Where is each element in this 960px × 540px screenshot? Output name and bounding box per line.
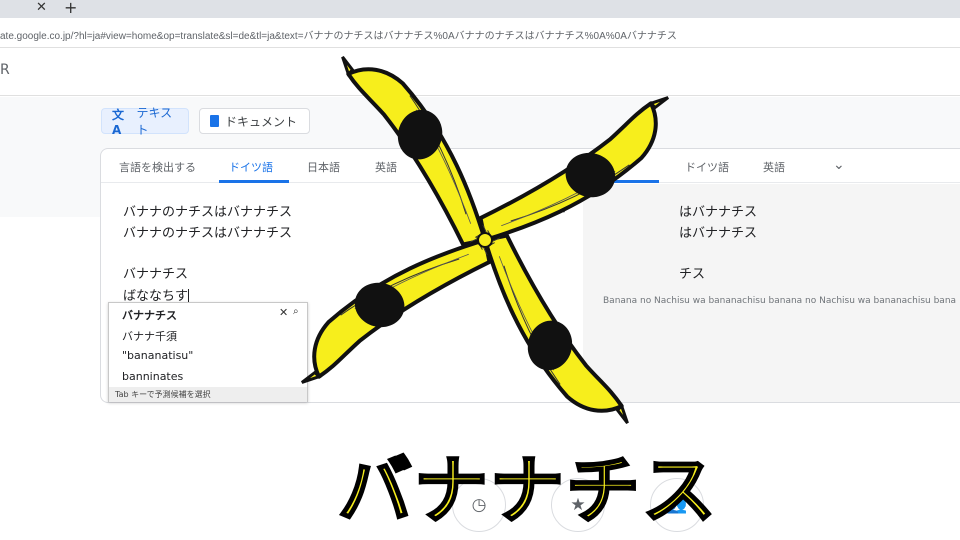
meme-caption: バナナチス [337, 447, 718, 536]
pinwheel-center [477, 232, 493, 248]
